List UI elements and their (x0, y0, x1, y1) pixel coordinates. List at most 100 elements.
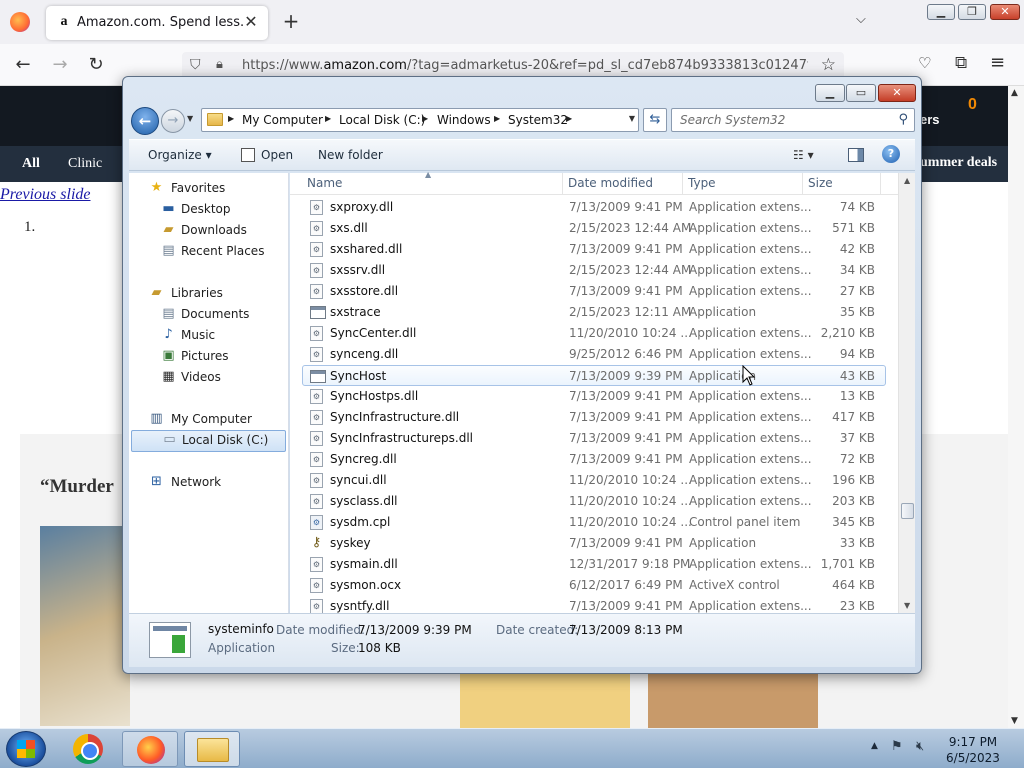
lock-icon[interactable]: 🔒︎ (216, 57, 223, 72)
forward-button[interactable]: → (49, 54, 71, 76)
table-row[interactable]: ⚙ SyncHostps.dll 7/13/2009 9:41 PM Applicat… (290, 386, 898, 407)
product-image[interactable] (648, 674, 818, 728)
column-size[interactable]: Size (808, 176, 833, 190)
nav-music[interactable]: ♪ Music (129, 326, 289, 346)
minimize-button[interactable]: ▁ (815, 84, 845, 102)
refresh-icon[interactable]: ⇆ (643, 108, 667, 132)
nav-my-computer[interactable]: ▥ My Computer (129, 410, 289, 430)
file-list-scrollbar[interactable]: ▲ ▼ (898, 173, 915, 613)
table-row[interactable]: ⚙ sysmon.ocx 6/12/2017 6:49 PM ActiveX cont… (290, 575, 898, 596)
nav-documents[interactable]: ▤ Documents (129, 305, 289, 325)
show-hidden-icons-icon[interactable]: ▲ (871, 741, 878, 751)
close-tab-icon[interactable]: ✕ (242, 13, 260, 31)
new-tab-button[interactable]: + (280, 10, 302, 32)
nav-network[interactable]: ⊞ Network (129, 473, 289, 493)
restore-button[interactable]: ❐ (958, 4, 986, 20)
breadcrumb-local-disk[interactable]: Local Disk (C:) (339, 113, 425, 127)
page-scrollbar[interactable]: ▲ ▼ (1008, 86, 1024, 728)
address-bar[interactable]: ▶ My Computer ▶ Local Disk (C:) ▶ Window… (201, 108, 639, 132)
bookmark-star-icon[interactable]: ☆ (821, 55, 836, 75)
nav-desktop[interactable]: ▬ Desktop (129, 200, 289, 220)
scroll-up-icon[interactable]: ▲ (904, 176, 910, 185)
nav-clinic[interactable]: Clinic (68, 156, 102, 172)
table-row[interactable]: ⚙ sxs.dll 2/15/2023 12:44 AM Application ex… (290, 218, 898, 239)
organize-button[interactable]: Organize ▾ (148, 148, 212, 162)
chevron-right-icon[interactable]: ▶ (325, 114, 331, 123)
hamburger-menu-icon[interactable]: ≡ (990, 52, 1005, 73)
nav-pictures[interactable]: ▣ Pictures (129, 347, 289, 367)
scroll-down-icon[interactable]: ▼ (1011, 716, 1018, 726)
views-icon[interactable]: ☷ ▾ (793, 148, 814, 162)
column-type[interactable]: Type (688, 176, 716, 190)
close-window-button[interactable]: ✕ (990, 4, 1020, 20)
product-image[interactable] (40, 526, 130, 726)
taskbar-firefox[interactable] (122, 731, 178, 767)
volume-muted-icon[interactable]: 🔇︎ (916, 739, 924, 754)
reload-button[interactable]: ↻ (85, 54, 107, 76)
shield-icon[interactable]: ⛉ (190, 57, 201, 73)
cart-count[interactable]: 0 (968, 96, 977, 114)
table-row[interactable]: sxstrace 2/15/2023 12:11 AM Application 35 … (290, 302, 898, 323)
nav-local-disk[interactable]: ▭ Local Disk (C:) (131, 430, 286, 452)
scrollbar-thumb[interactable] (901, 503, 914, 519)
pocket-icon[interactable]: ♡ (918, 54, 931, 72)
taskbar-explorer[interactable] (184, 731, 240, 767)
table-row[interactable]: ⚙ SyncCenter.dll 11/20/2010 10:24 ... Appli… (290, 323, 898, 344)
product-image[interactable] (460, 674, 630, 728)
chevron-right-icon[interactable]: ▶ (566, 114, 572, 123)
table-row[interactable]: ⚙ syncui.dll 11/20/2010 10:24 ... Applicati… (290, 470, 898, 491)
new-folder-button[interactable]: New folder (318, 148, 383, 162)
table-row[interactable]: ⚙ sysdm.cpl 11/20/2010 10:24 ... Control pa… (290, 512, 898, 533)
open-button[interactable]: Open (261, 148, 293, 162)
column-date-modified[interactable]: Date modified (568, 176, 653, 190)
nav-libraries[interactable]: ▰ Libraries (129, 284, 289, 304)
maximize-button[interactable]: ▭ (846, 84, 876, 102)
table-row[interactable]: ⚙ sxsstore.dll 7/13/2009 9:41 PM Applicatio… (290, 281, 898, 302)
chevron-right-icon[interactable]: ▶ (422, 114, 428, 123)
preview-pane-icon[interactable] (848, 148, 864, 162)
help-icon[interactable]: ? (882, 145, 900, 163)
address-dropdown-icon[interactable]: ▼ (629, 114, 635, 123)
extensions-icon[interactable]: ⧉ (955, 53, 967, 73)
column-name[interactable]: Name (307, 176, 342, 190)
table-row[interactable]: ⚙ sxshared.dll 7/13/2009 9:41 PM Applicatio… (290, 239, 898, 260)
nav-recent-places[interactable]: ▤ Recent Places (129, 242, 289, 262)
column-divider[interactable] (880, 173, 881, 195)
breadcrumb-my-computer[interactable]: My Computer (242, 113, 323, 127)
breadcrumb-windows[interactable]: Windows (437, 113, 491, 127)
column-divider[interactable] (802, 173, 803, 195)
taskbar-chrome[interactable] (62, 731, 118, 767)
minimize-button[interactable]: ▁ (927, 4, 955, 20)
column-divider[interactable] (682, 173, 683, 195)
url-text[interactable]: https://www.amazon.com/?tag=admarketus-2… (242, 58, 808, 73)
nav-all[interactable]: All (22, 156, 40, 172)
search-input[interactable]: Search System32 ⚲ (671, 108, 915, 132)
recent-pages-dropdown-icon[interactable]: ▼ (187, 114, 193, 123)
action-center-icon[interactable]: ⚑ (891, 739, 903, 754)
chevron-right-icon[interactable]: ▶ (228, 114, 234, 123)
nav-summer-deals[interactable]: ummer deals (920, 155, 997, 171)
scroll-up-icon[interactable]: ▲ (1011, 88, 1018, 98)
chevron-down-icon[interactable]: ⌵ (856, 12, 874, 30)
table-row[interactable]: ⚷ syskey 7/13/2009 9:41 PM Application 33 KB (290, 533, 898, 554)
tab-amazon[interactable]: a Amazon.com. Spend less. Smile more. ✕ (46, 6, 268, 40)
forward-arrow-icon[interactable]: → (161, 109, 185, 133)
table-row[interactable]: ⚙ synceng.dll 9/25/2012 6:46 PM Application… (290, 344, 898, 365)
search-icon[interactable]: ⚲ (898, 112, 908, 127)
nav-favorites[interactable]: ★ Favorites (129, 179, 289, 199)
scroll-down-icon[interactable]: ▼ (904, 601, 910, 610)
header-link[interactable]: ers (920, 112, 940, 127)
table-row[interactable]: ⚙ sysmain.dll 12/31/2017 9:18 PM Applicatio… (290, 554, 898, 575)
close-window-button[interactable]: ✕ (878, 84, 916, 102)
system-clock[interactable]: 9:17 PM 6/5/2023 (936, 734, 1010, 766)
chevron-right-icon[interactable]: ▶ (494, 114, 500, 123)
table-row[interactable]: SyncHost 7/13/2009 9:39 PM Application 43 K… (302, 365, 886, 386)
table-row[interactable]: ⚙ sxproxy.dll 7/13/2009 9:41 PM Application… (290, 197, 898, 218)
nav-videos[interactable]: ▦ Videos (129, 368, 289, 388)
column-divider[interactable] (562, 173, 563, 195)
table-row[interactable]: ⚙ sysclass.dll 11/20/2010 10:24 ... Applica… (290, 491, 898, 512)
previous-slide-link[interactable]: Previous slide (0, 186, 91, 204)
table-row[interactable]: ⚙ Syncreg.dll 7/13/2009 9:41 PM Application… (290, 449, 898, 470)
back-arrow-icon[interactable]: ← (131, 107, 159, 135)
breadcrumb-system32[interactable]: System32 (508, 113, 568, 127)
